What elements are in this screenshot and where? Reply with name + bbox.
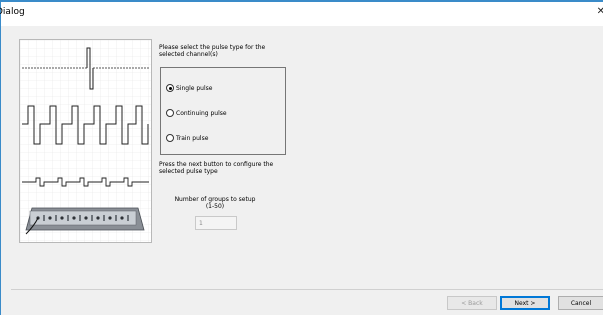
radio-train-pulse[interactable]: Train pulse bbox=[166, 133, 208, 143]
pulse-preview-image bbox=[19, 39, 152, 243]
window-title: Dialog bbox=[0, 7, 25, 17]
radio-unchecked-icon[interactable] bbox=[166, 134, 174, 142]
cancel-button[interactable]: Cancel bbox=[558, 296, 603, 310]
stimulator-device-icon bbox=[25, 207, 145, 235]
radio-checked-icon[interactable] bbox=[166, 84, 174, 92]
radio-single-pulse[interactable]: Single pulse bbox=[166, 83, 212, 93]
radio-train-pulse-label: Train pulse bbox=[176, 134, 209, 142]
radio-continuing-pulse-label: Continuing pulse bbox=[176, 109, 227, 117]
pulse-type-group: Single pulse Continuing pulse Train puls… bbox=[160, 67, 286, 155]
radio-continuing-pulse[interactable]: Continuing pulse bbox=[166, 108, 227, 118]
back-button[interactable]: < Back bbox=[447, 296, 497, 310]
pulse-type-prompt: Please select the pulse type for the sel… bbox=[159, 44, 266, 58]
next-instructions: Press the next button to configure the s… bbox=[159, 161, 274, 175]
groups-count-input[interactable] bbox=[195, 216, 237, 230]
next-button[interactable]: Next > bbox=[500, 296, 550, 310]
radio-single-pulse-label: Single pulse bbox=[176, 84, 213, 92]
title-bar: Dialog ✕ bbox=[0, 2, 603, 26]
close-icon[interactable]: ✕ bbox=[595, 6, 603, 20]
button-separator bbox=[11, 289, 603, 290]
groups-label: Number of groups to setup (1-50) bbox=[174, 196, 256, 210]
radio-unchecked-icon[interactable] bbox=[166, 109, 174, 117]
dialog-window: Dialog ✕ bbox=[0, 0, 603, 315]
